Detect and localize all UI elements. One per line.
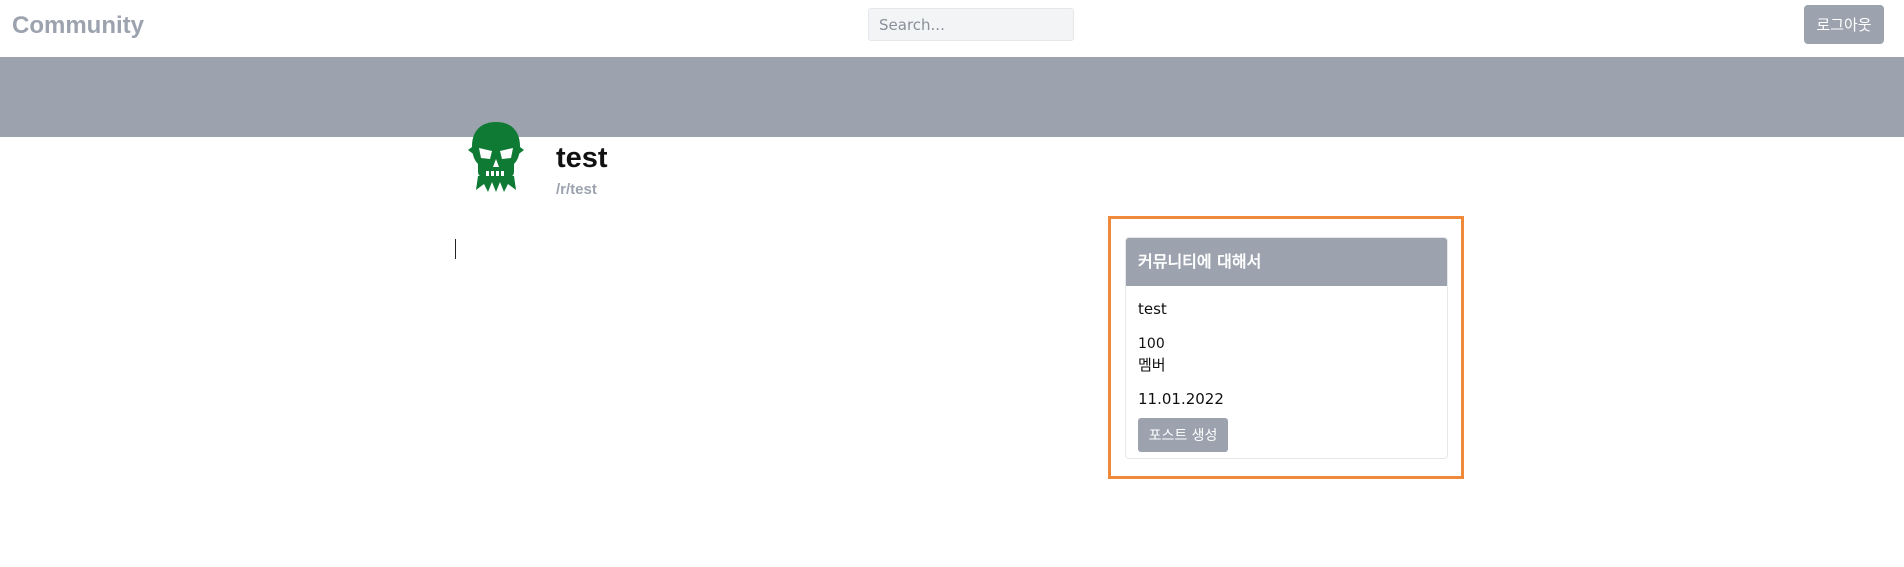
member-label: 멤버 <box>1138 356 1166 374</box>
logout-button[interactable]: 로그아웃 <box>1804 5 1884 44</box>
member-count: 100 <box>1138 336 1165 352</box>
community-banner <box>0 57 1904 137</box>
community-slug: /r/test <box>556 181 597 198</box>
community-info-card: 커뮤니티에 대해서 test 100 멤버 11.01.2022 포스트 생성 <box>1125 237 1448 459</box>
community-description: test <box>1138 300 1167 318</box>
created-date: 11.01.2022 <box>1138 390 1224 408</box>
create-post-button[interactable]: 포스트 생성 <box>1138 418 1228 452</box>
skull-icon <box>466 120 526 196</box>
community-title: test <box>556 142 608 174</box>
brand-logo-text[interactable]: Community <box>12 12 144 40</box>
top-navbar: Community 로그아웃 <box>0 0 1904 58</box>
text-caret <box>455 239 456 259</box>
card-title: 커뮤니티에 대해서 <box>1126 238 1447 286</box>
search-input[interactable] <box>868 8 1074 41</box>
